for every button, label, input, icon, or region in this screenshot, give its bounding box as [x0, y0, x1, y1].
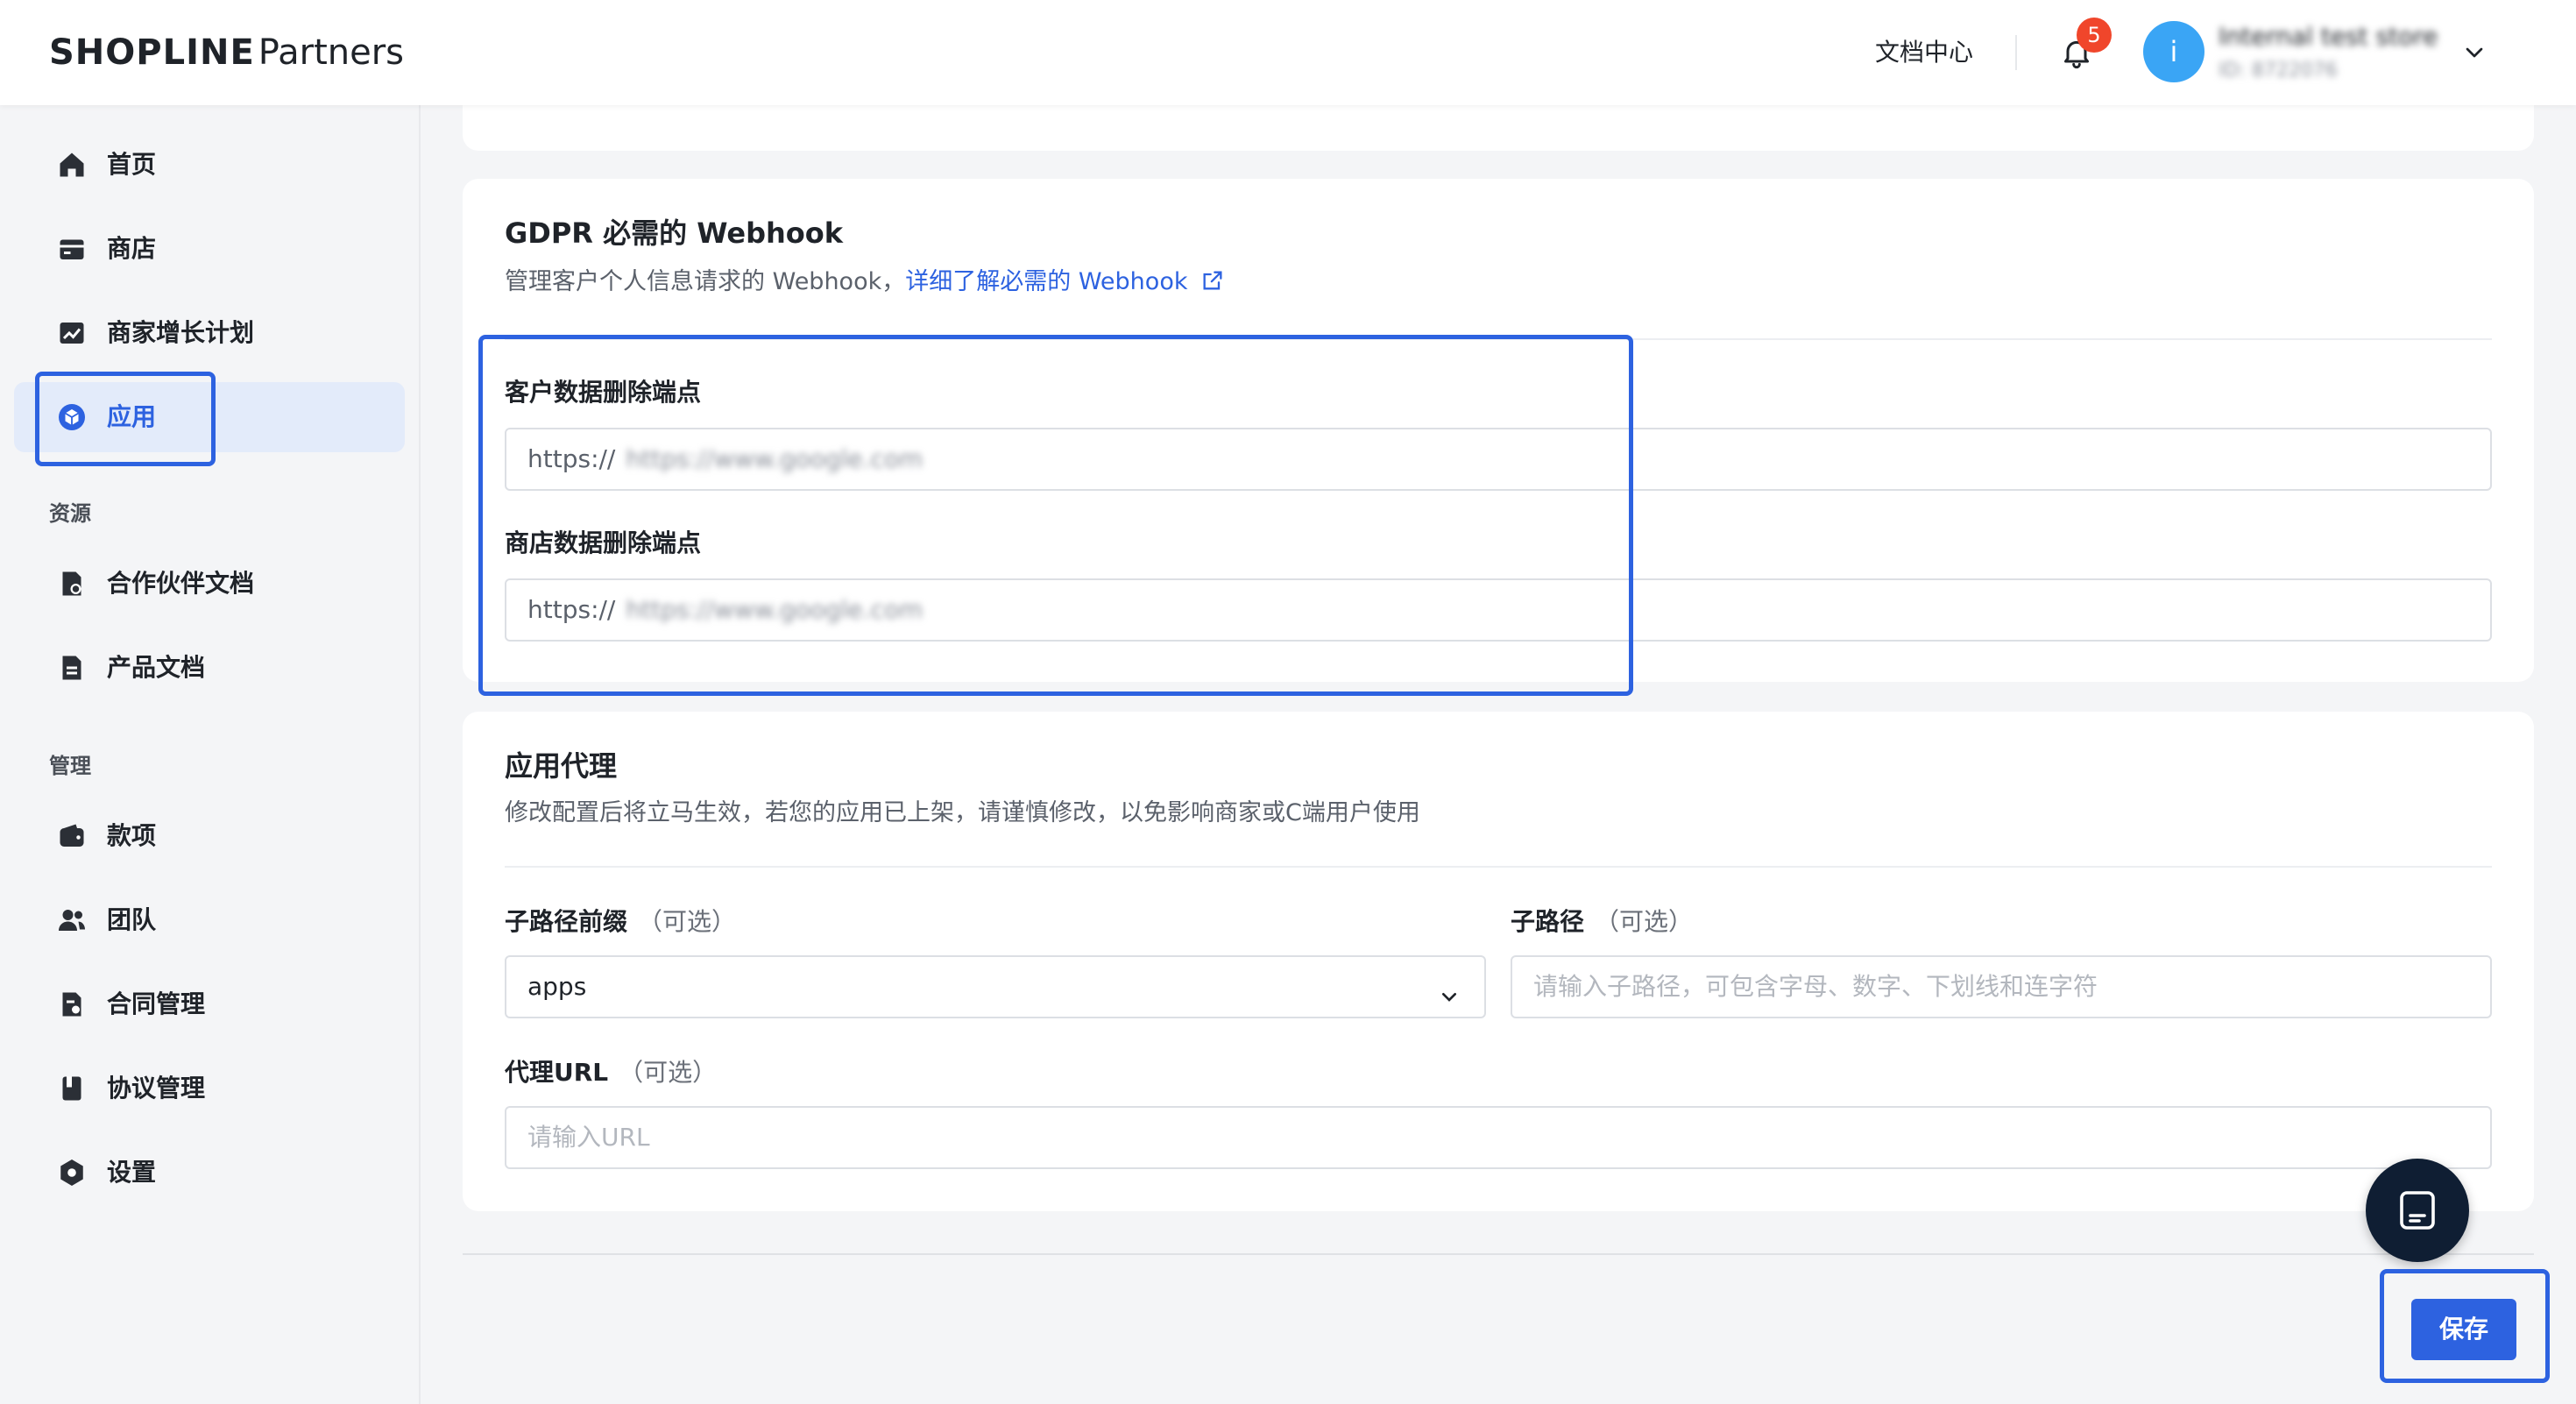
document-icon: [2400, 1191, 2435, 1230]
sidebar-item-label: 合同管理: [107, 989, 206, 1018]
subpath-placeholder: 请输入子路径，可包含字母、数字、下划线和连字符: [1533, 972, 2098, 1001]
sidebar-item-payments[interactable]: 款项: [14, 801, 405, 871]
wallet-icon: [56, 820, 88, 852]
settings-icon: [56, 1157, 88, 1188]
sidebar-item-team[interactable]: 团队: [14, 885, 405, 955]
contract-icon: [56, 989, 88, 1020]
chevron-down-icon: [1435, 973, 1463, 1002]
gdpr-learn-more-link[interactable]: 详细了解必需的 Webhook: [905, 268, 1187, 295]
partner-doc-icon: [56, 568, 88, 599]
sidebar-section-resources: 资源: [49, 501, 91, 526]
subpath-prefix-label-text: 子路径前缀: [505, 907, 628, 936]
gdpr-title: GDPR 必需的 Webhook: [505, 216, 844, 250]
highlight-apps-item: [35, 372, 216, 466]
account-name[interactable]: Internal test store: [2219, 21, 2464, 53]
doc-center-link[interactable]: 文档中心: [1875, 33, 1973, 72]
subpath-label-text: 子路径: [1511, 907, 1585, 936]
floating-doc-button[interactable]: [2366, 1159, 2469, 1262]
logo-brand: SHOPLINE: [49, 32, 255, 73]
top-header: SHOPLINE Partners 文档中心 5 i Internal test …: [0, 0, 2576, 105]
sidebar-item-label: 商店: [107, 234, 157, 263]
team-icon: [56, 904, 88, 936]
highlight-save-button: [2380, 1269, 2550, 1383]
subpath-prefix-select[interactable]: apps: [505, 955, 1486, 1018]
shopline-partners-logo[interactable]: SHOPLINE Partners: [49, 30, 404, 75]
product-doc-icon: [56, 652, 88, 684]
notification-count-badge: 5: [2077, 18, 2112, 53]
sidebar-item-store[interactable]: 商店: [14, 214, 405, 284]
sidebar-item-label: 协议管理: [107, 1074, 206, 1103]
store-icon: [56, 233, 88, 265]
app-proxy-card: 应用代理 修改配置后将立马生效，若您的应用已上架，请谨慎修改，以免影响商家或C端…: [463, 712, 2534, 1211]
sidebar-item-label: 设置: [107, 1158, 157, 1187]
sidebar-item-settings[interactable]: 设置: [14, 1138, 405, 1208]
header-divider: [2015, 35, 2017, 70]
sidebar-nav: 首页 商店 商家增长计划 应用 资源 合作伙伴文档 产品文档 管理 款项 团队 …: [0, 105, 421, 1404]
chevron-down-icon[interactable]: [2460, 39, 2488, 67]
proxy-url-placeholder: 请输入URL: [527, 1123, 650, 1152]
proxy-url-label-text: 代理URL: [505, 1058, 609, 1087]
sidebar-item-agreements[interactable]: 协议管理: [14, 1053, 405, 1124]
subpath-label: 子路径 （可选）: [1511, 904, 1693, 940]
subpath-prefix-label: 子路径前缀 （可选）: [505, 904, 736, 940]
agreement-icon: [56, 1073, 88, 1104]
account-id: ID: 8722076: [2219, 60, 2338, 82]
subpath-prefix-value: apps: [527, 972, 587, 1001]
sidebar-item-growth[interactable]: 商家增长计划: [14, 298, 405, 368]
footer-divider: [463, 1253, 2534, 1255]
proxy-url-input[interactable]: 请输入URL: [505, 1106, 2492, 1169]
sidebar-item-home[interactable]: 首页: [14, 130, 405, 200]
account-avatar[interactable]: i: [2143, 21, 2204, 82]
highlight-gdpr-endpoints: [478, 335, 1633, 696]
sidebar-item-label: 首页: [107, 150, 157, 179]
proxy-description: 修改配置后将立马生效，若您的应用已上架，请谨慎修改，以免影响商家或C端用户使用: [505, 799, 1420, 826]
sidebar-item-label: 款项: [107, 821, 157, 850]
home-icon: [56, 149, 88, 181]
logo-sub: Partners: [258, 32, 404, 73]
gdpr-description: 管理客户个人信息请求的 Webhook，详细了解必需的 Webhook: [505, 265, 1225, 300]
subpath-input[interactable]: 请输入子路径，可包含字母、数字、下划线和连字符: [1511, 955, 2492, 1018]
sidebar-item-partner-docs[interactable]: 合作伙伴文档: [14, 549, 405, 619]
optional-tag: （可选）: [1595, 907, 1694, 936]
proxy-title: 应用代理: [505, 749, 618, 783]
sidebar-item-contracts[interactable]: 合同管理: [14, 969, 405, 1039]
optional-tag: （可选）: [619, 1058, 718, 1087]
sidebar-item-label: 产品文档: [107, 653, 206, 682]
sidebar-section-manage: 管理: [49, 754, 91, 778]
proxy-divider: [505, 866, 2492, 868]
sidebar-item-label: 商家增长计划: [107, 318, 255, 347]
growth-chart-icon: [56, 317, 88, 349]
sidebar-item-label: 团队: [107, 905, 157, 934]
optional-tag: （可选）: [638, 907, 737, 936]
sidebar-item-label: 合作伙伴文档: [107, 569, 255, 598]
external-link-icon[interactable]: [1200, 268, 1225, 293]
sidebar-item-product-docs[interactable]: 产品文档: [14, 633, 405, 703]
gdpr-desc-text: 管理客户个人信息请求的 Webhook，: [505, 268, 906, 295]
proxy-url-label: 代理URL （可选）: [505, 1055, 717, 1090]
